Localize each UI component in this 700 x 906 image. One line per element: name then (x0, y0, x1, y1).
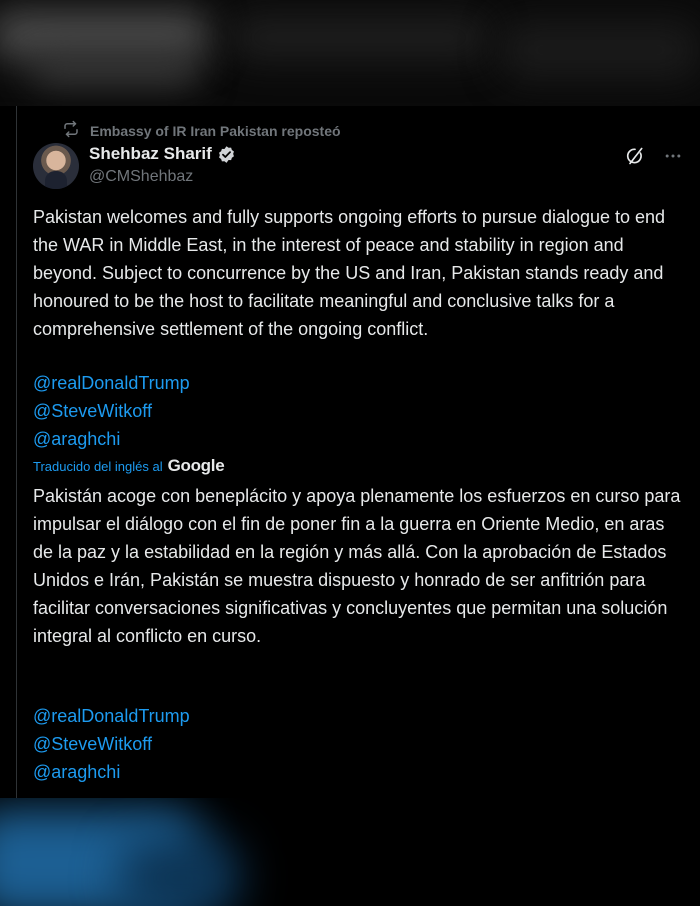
avatar[interactable] (33, 143, 79, 189)
mention-link[interactable]: @araghchi (33, 758, 190, 786)
repost-label: Embassy of IR Iran Pakistan reposteó (90, 122, 341, 139)
blurred-footer-region (0, 798, 700, 906)
tweet-card[interactable]: Embassy of IR Iran Pakistan reposteó She… (0, 106, 700, 798)
repost-indicator[interactable]: Embassy of IR Iran Pakistan reposteó (62, 120, 341, 141)
mention-link[interactable]: @realDonaldTrump (33, 702, 190, 730)
tweet-text-original: Pakistan welcomes and fully supports ong… (33, 207, 666, 339)
author-name[interactable]: Shehbaz Sharif (89, 144, 212, 164)
mention-link[interactable]: @SteveWitkoff (33, 397, 190, 425)
mention-link[interactable]: @realDonaldTrump (33, 369, 190, 397)
mentions-original: @realDonaldTrump @SteveWitkoff @araghchi (33, 369, 190, 453)
author-handle[interactable]: @CMShehbaz (89, 168, 193, 186)
grok-icon[interactable] (625, 146, 645, 166)
tweet-text-translated: Pakistán acoge con beneplácito y apoya p… (33, 486, 681, 646)
repost-icon (62, 120, 80, 141)
mentions-translated: @realDonaldTrump @SteveWitkoff @araghchi (33, 702, 190, 786)
more-options-icon[interactable] (663, 146, 683, 166)
translation-label: Traducido del inglés al (33, 459, 163, 474)
mention-link[interactable]: @araghchi (33, 425, 190, 453)
translation-notice[interactable]: Traducido del inglés al Google (33, 456, 225, 476)
blurred-header-region (0, 0, 700, 106)
thread-divider (16, 106, 17, 798)
verified-badge-icon (217, 145, 236, 164)
google-logo: Google (167, 456, 225, 475)
mention-link[interactable]: @SteveWitkoff (33, 730, 190, 758)
